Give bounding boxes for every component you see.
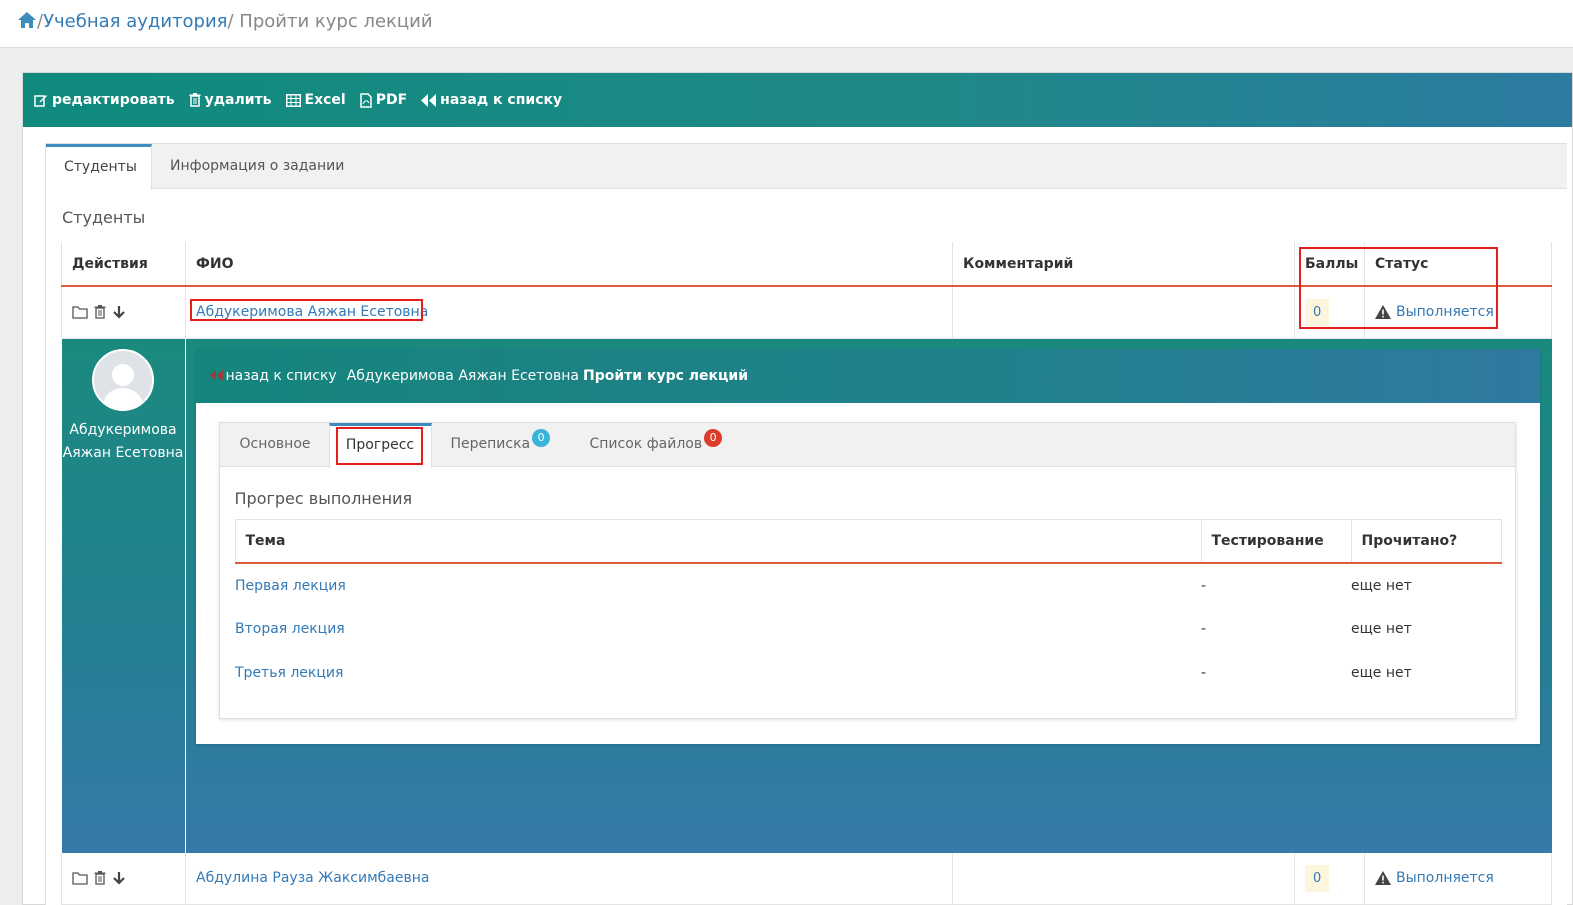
progress-title: Прогрес выполнения <box>234 488 413 508</box>
testing-cell: - <box>1201 621 1207 637</box>
trash-icon[interactable] <box>94 871 106 885</box>
student-detail-row: Абдукеримова Аяжан Есетовна назад к спис… <box>61 338 1552 853</box>
trash-icon <box>189 93 201 107</box>
tab-bar: Студенты Информация о задании <box>46 144 1567 190</box>
avatar <box>92 348 154 411</box>
pdf-button[interactable]: PDF <box>359 92 407 108</box>
table-row: Абдукеримова Аяжан Есетовна 0 Выполняетс… <box>61 286 1552 339</box>
double-chevron-left-icon <box>209 370 223 381</box>
tab-messages[interactable]: Переписка 0 <box>441 423 561 468</box>
tab-students[interactable]: Студенты <box>46 144 152 190</box>
status-link[interactable]: Выполняется <box>1396 870 1494 886</box>
student-name-link[interactable]: Абдулина Рауза Жаксимбаевна <box>196 870 429 886</box>
testing-cell: - <box>1201 577 1207 594</box>
detail-tabs: Основное Прогресс Переписка 0 Список файл… <box>218 421 1516 719</box>
table-row: Первая лекция - еще нет <box>235 563 1501 607</box>
task-card: назад к списку Абдукеримова Аяжан Есетов… <box>195 348 1540 744</box>
tab-progress[interactable]: Прогресс <box>328 422 432 468</box>
student-profile-name: Абдукеримова Аяжан Есетовна <box>62 421 184 461</box>
edit-button[interactable]: редактировать <box>34 92 175 108</box>
col-actions: Действия <box>61 242 186 287</box>
lecture-link[interactable]: Вторая лекция <box>235 621 345 637</box>
student-detail-panel: назад к списку Абдукеримова Аяжан Есетов… <box>185 338 1552 853</box>
arrow-down-icon[interactable] <box>112 871 126 885</box>
table-row: Абдулина Рауза Жаксимбаевна 0 Выполняетс… <box>61 852 1552 905</box>
files-count-badge: 0 <box>704 428 723 447</box>
section-title: Студенты <box>62 208 146 227</box>
table-row: Вторая лекция - еще нет <box>235 607 1501 651</box>
back-to-list-button[interactable]: назад к списку <box>421 92 562 108</box>
breadcrumb-link-auditorium[interactable]: Учебная аудитория <box>43 11 227 32</box>
testing-cell: - <box>1201 665 1207 681</box>
arrow-down-icon[interactable] <box>112 305 126 319</box>
status-link[interactable]: Выполняется <box>1396 304 1494 320</box>
breadcrumb: /Учебная аудитория/ Пройти курс лекций <box>0 0 1573 48</box>
read-cell: еще нет <box>1351 665 1412 681</box>
comment-cell <box>952 286 1295 339</box>
col-status: Статус <box>1364 242 1552 287</box>
toolbar: редактировать удалить Excel PDF назад к … <box>23 73 1572 127</box>
score-badge[interactable]: 0 <box>1305 864 1330 892</box>
tab-task-info[interactable]: Информация о задании <box>152 144 362 190</box>
tab-files[interactable]: Список файлов 0 <box>580 423 733 468</box>
student-name-link[interactable]: Абдукеримова Аяжан Есетовна <box>196 304 428 320</box>
warning-icon <box>1375 305 1391 320</box>
comment-cell <box>952 852 1295 905</box>
double-chevron-left-icon <box>421 93 437 107</box>
table-row: Третья лекция - еще нет <box>235 651 1501 695</box>
col-testing: Тестирование <box>1200 518 1352 564</box>
col-read: Прочитано? <box>1350 518 1502 564</box>
trash-icon[interactable] <box>94 305 106 319</box>
col-topic: Тема <box>234 518 1202 564</box>
tab-main[interactable]: Основное <box>230 423 321 468</box>
read-cell: еще нет <box>1351 621 1412 637</box>
read-cell: еще нет <box>1351 577 1412 594</box>
detail-back-button[interactable]: назад к списку <box>209 368 337 384</box>
delete-button[interactable]: удалить <box>189 92 272 108</box>
detail-tab-bar: Основное Прогресс Переписка 0 Список файл… <box>219 422 1515 468</box>
folder-icon[interactable] <box>72 306 88 319</box>
student-profile: Абдукеримова Аяжан Есетовна <box>61 338 186 853</box>
folder-icon[interactable] <box>72 872 88 885</box>
lecture-link[interactable]: Первая лекция <box>235 578 346 594</box>
warning-icon <box>1375 871 1391 886</box>
score-badge[interactable]: 0 <box>1305 298 1330 326</box>
excel-button[interactable]: Excel <box>285 92 346 108</box>
table-icon <box>285 93 301 107</box>
students-table: Действия ФИО Комментарий Баллы Статус Аб… <box>61 242 1552 905</box>
col-score: Баллы <box>1294 242 1365 287</box>
progress-table: Тема Тестирование Прочитано? Первая лекц… <box>234 518 1502 696</box>
edit-icon <box>34 95 47 107</box>
detail-task-title: Пройти курс лекций <box>582 367 749 384</box>
detail-student-name: Абдукеримова Аяжан Есетовна <box>346 367 579 384</box>
home-icon[interactable] <box>17 11 37 34</box>
col-name: ФИО <box>185 242 953 287</box>
breadcrumb-current: Пройти курс лекций <box>239 11 433 32</box>
pdf-file-icon <box>359 92 372 108</box>
messages-count-badge: 0 <box>532 428 551 447</box>
task-card-header: назад к списку Абдукеримова Аяжан Есетов… <box>195 348 1540 403</box>
col-comment: Комментарий <box>952 242 1295 287</box>
lecture-link[interactable]: Третья лекция <box>235 665 343 681</box>
